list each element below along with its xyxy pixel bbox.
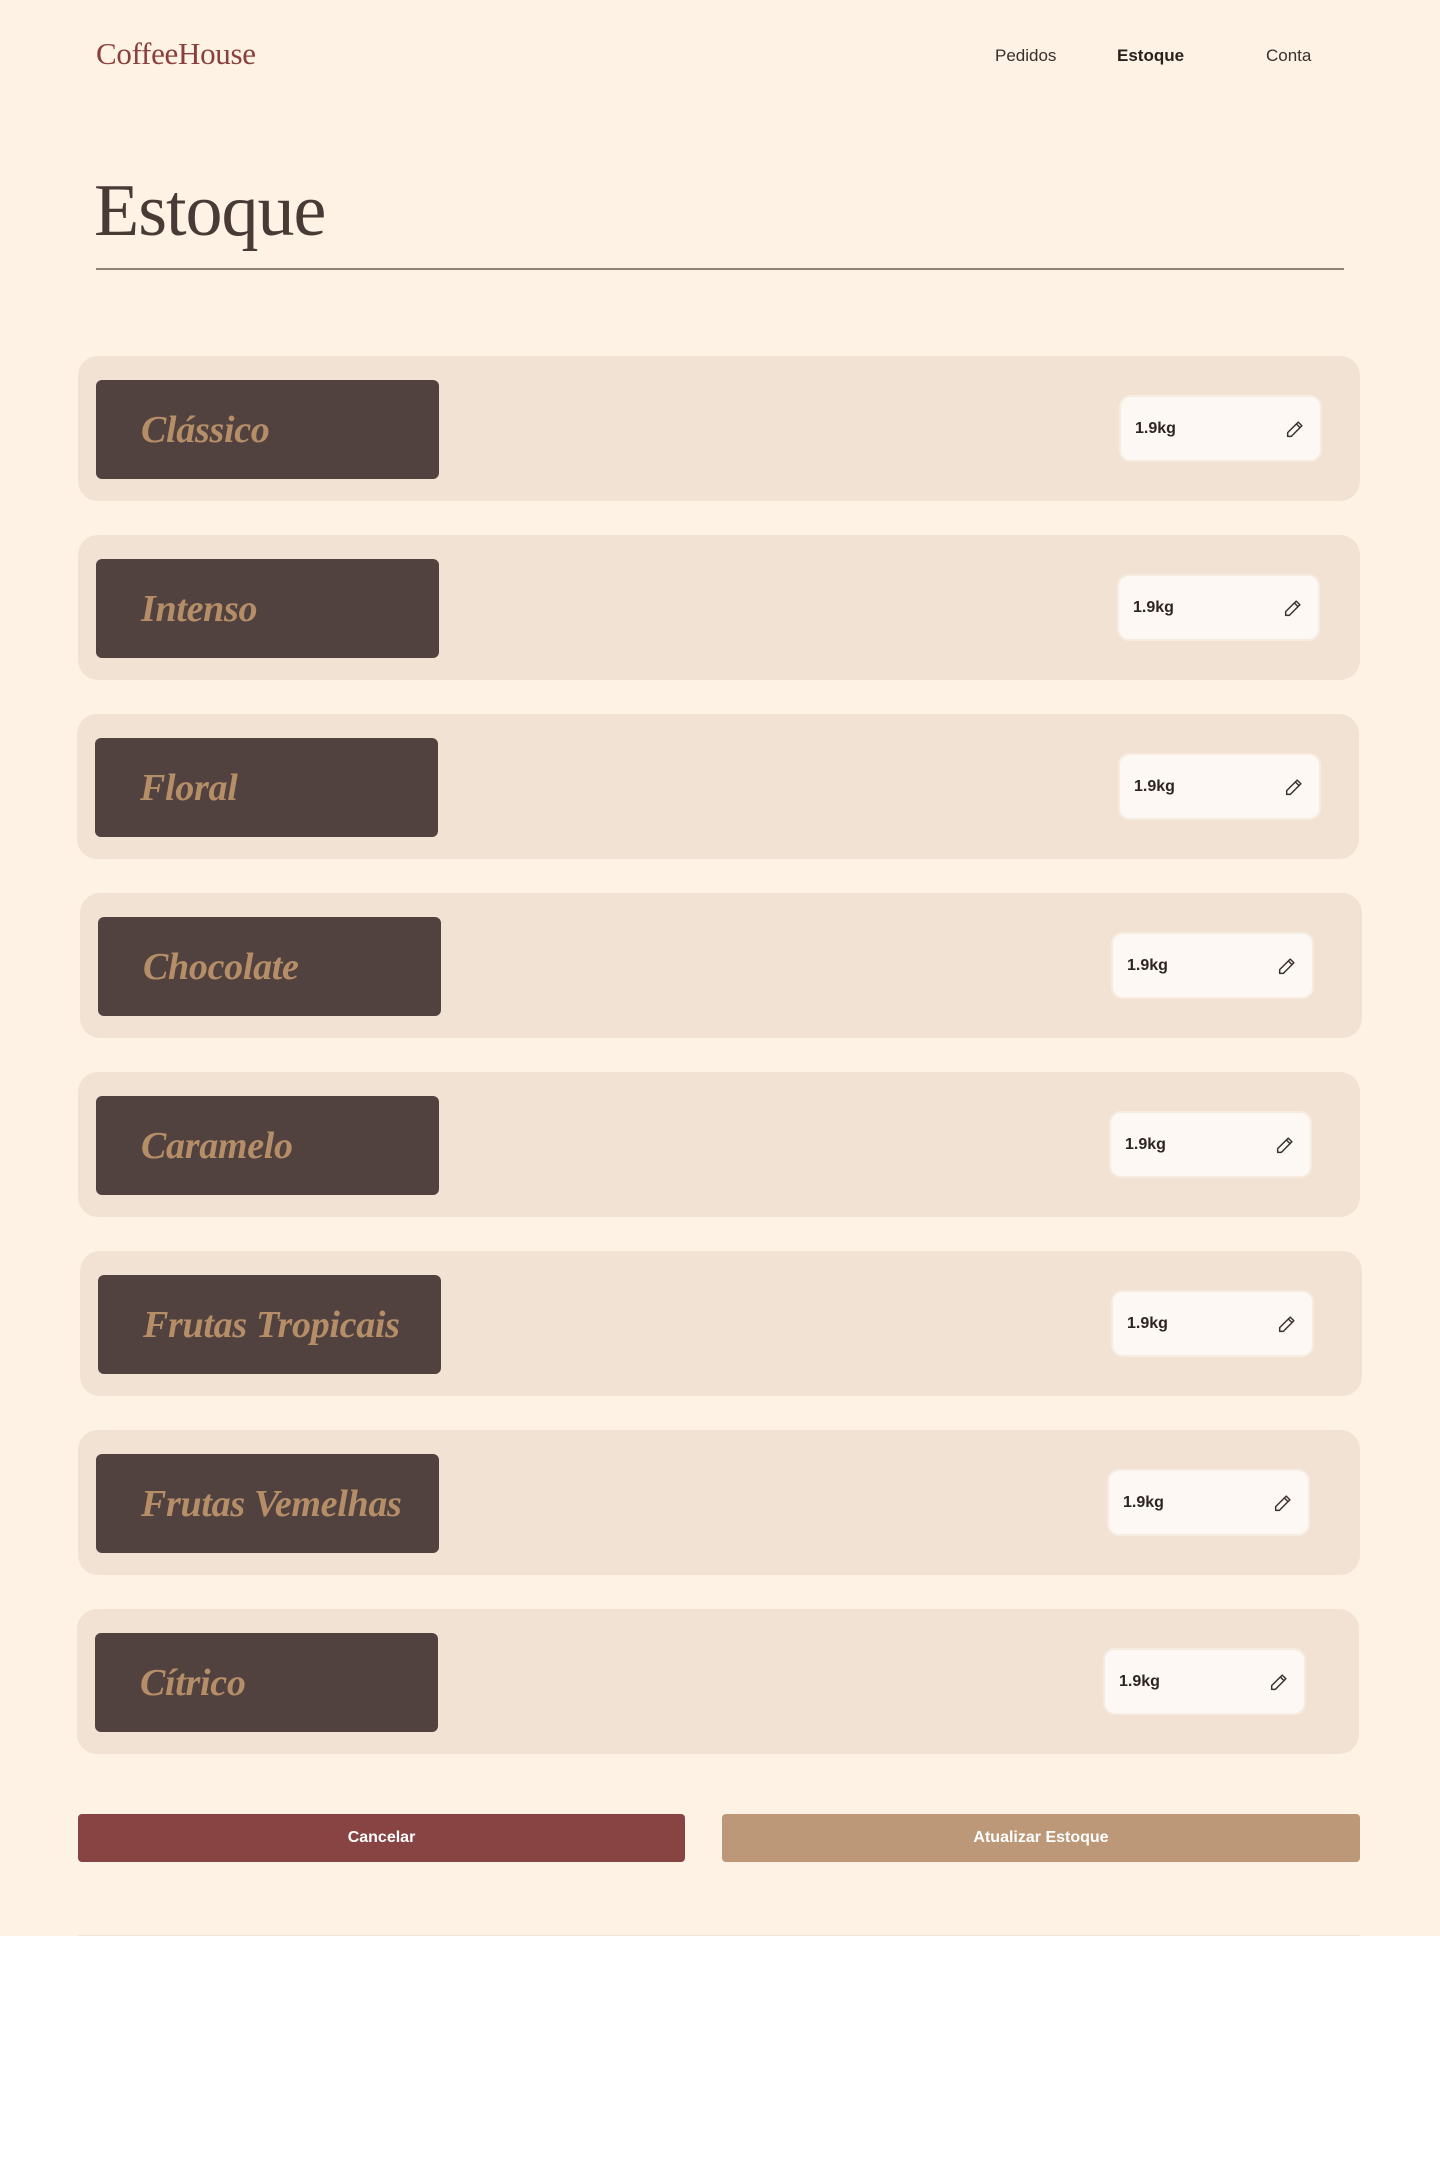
pencil-icon[interactable] bbox=[1283, 776, 1305, 798]
quantity-field[interactable]: 1.9kg bbox=[1111, 1290, 1314, 1357]
quantity-field[interactable]: 1.9kg bbox=[1107, 1469, 1310, 1536]
quantity-value: 1.9kg bbox=[1134, 778, 1175, 795]
item-name: Floral bbox=[140, 766, 238, 809]
inventory-item: Chocolate 1.9kg bbox=[80, 893, 1362, 1038]
quantity-field[interactable]: 1.9kg bbox=[1119, 395, 1322, 462]
item-name: Chocolate bbox=[143, 945, 299, 988]
inventory-item: Clássico 1.9kg bbox=[78, 356, 1360, 501]
quantity-field[interactable]: 1.9kg bbox=[1109, 1111, 1312, 1178]
pencil-icon[interactable] bbox=[1268, 1671, 1290, 1693]
quantity-value: 1.9kg bbox=[1125, 1136, 1166, 1153]
quantity-field[interactable]: 1.9kg bbox=[1118, 753, 1321, 820]
quantity-field[interactable]: 1.9kg bbox=[1117, 574, 1320, 641]
quantity-value: 1.9kg bbox=[1127, 957, 1168, 974]
inventory-item: Intenso 1.9kg bbox=[78, 535, 1360, 680]
nav-conta[interactable]: Conta bbox=[1266, 44, 1311, 68]
item-name-label: Cítrico bbox=[95, 1633, 438, 1732]
inventory-item: Floral 1.9kg bbox=[77, 714, 1359, 859]
pencil-icon[interactable] bbox=[1276, 955, 1298, 977]
inventory-item: Cítrico 1.9kg bbox=[77, 1609, 1359, 1754]
update-stock-button[interactable]: Atualizar Estoque bbox=[722, 1814, 1360, 1862]
quantity-value: 1.9kg bbox=[1133, 599, 1174, 616]
item-name-label: Caramelo bbox=[96, 1096, 439, 1195]
quantity-field[interactable]: 1.9kg bbox=[1103, 1648, 1306, 1715]
quantity-value: 1.9kg bbox=[1135, 420, 1176, 437]
nav-pedidos[interactable]: Pedidos bbox=[995, 44, 1056, 68]
pencil-icon[interactable] bbox=[1284, 418, 1306, 440]
quantity-value: 1.9kg bbox=[1119, 1673, 1160, 1690]
quantity-value: 1.9kg bbox=[1127, 1315, 1168, 1332]
nav-estoque[interactable]: Estoque bbox=[1117, 44, 1184, 68]
quantity-value: 1.9kg bbox=[1123, 1494, 1164, 1511]
cancel-button[interactable]: Cancelar bbox=[78, 1814, 685, 1862]
title-divider bbox=[96, 268, 1344, 270]
pencil-icon[interactable] bbox=[1274, 1134, 1296, 1156]
inventory-item: Caramelo 1.9kg bbox=[78, 1072, 1360, 1217]
brand-logo[interactable]: CoffeeHouse bbox=[96, 34, 256, 74]
item-name-label: Frutas Vemelhas bbox=[96, 1454, 439, 1553]
item-name: Frutas Vemelhas bbox=[141, 1482, 402, 1525]
item-name: Caramelo bbox=[141, 1124, 293, 1167]
item-name: Frutas Tropicais bbox=[143, 1303, 400, 1346]
item-name-label: Intenso bbox=[96, 559, 439, 658]
inventory-item: Frutas Tropicais 1.9kg bbox=[80, 1251, 1362, 1396]
item-name-label: Frutas Tropicais bbox=[98, 1275, 441, 1374]
quantity-field[interactable]: 1.9kg bbox=[1111, 932, 1314, 999]
page: CoffeeHouse Pedidos Estoque Conta Estoqu… bbox=[0, 0, 1440, 1936]
footer-divider bbox=[78, 1935, 1360, 1936]
item-name: Intenso bbox=[141, 587, 258, 630]
item-name: Cítrico bbox=[140, 1661, 246, 1704]
item-name-label: Chocolate bbox=[98, 917, 441, 1016]
pencil-icon[interactable] bbox=[1272, 1492, 1294, 1514]
item-name-label: Clássico bbox=[96, 380, 439, 479]
inventory-item: Frutas Vemelhas 1.9kg bbox=[78, 1430, 1360, 1575]
item-name: Clássico bbox=[141, 408, 270, 451]
pencil-icon[interactable] bbox=[1276, 1313, 1298, 1335]
pencil-icon[interactable] bbox=[1282, 597, 1304, 619]
page-title: Estoque bbox=[94, 170, 326, 252]
item-name-label: Floral bbox=[95, 738, 438, 837]
